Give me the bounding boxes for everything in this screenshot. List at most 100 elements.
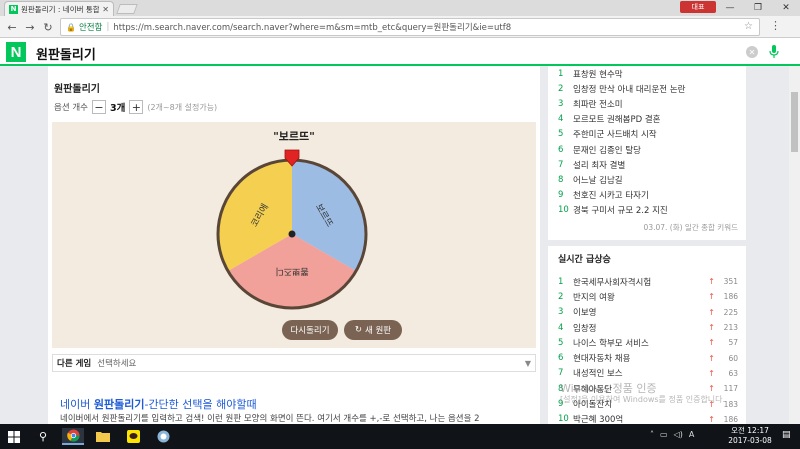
forward-arrow-icon[interactable]: → [22, 19, 38, 35]
description-card: 네이버 원판돌리기-간단한 선택을 해야할때 네이버에서 원판돌리기를 입력하고… [48, 390, 540, 424]
roulette-wheel[interactable]: 보르뜨뽐뽀즈디코리에 [216, 140, 368, 312]
ranking-item[interactable]: 1 표창원 현수막 [558, 66, 685, 81]
ranking-item[interactable]: 6 문재인 김종인 탈당 [558, 142, 685, 157]
language-indicator[interactable]: A [689, 430, 694, 439]
tab-close-icon[interactable]: ✕ [102, 5, 109, 14]
trend-number: 3 [558, 307, 564, 318]
ranking-item[interactable]: 10 경북 구미서 규모 2.2 지진 [558, 203, 685, 218]
back-arrow-icon[interactable]: ← [4, 19, 20, 35]
trend-keyword: 내성적인 보스 [573, 369, 623, 380]
rank-number: 3 [558, 98, 564, 109]
browser-tab[interactable]: N 원판돌리기 : 네이버 통합검색 ✕ [4, 1, 114, 16]
wheel-area: "보르뜨" 보르뜨 뽐뽀즈디 코리에 다시돌리기 ↻ 새 원판 [52, 122, 536, 348]
new-wheel-button[interactable]: ↻ 새 원판 [344, 320, 402, 340]
trending-item[interactable]: 6 현대자동차 채용 ↑ 60 [558, 350, 738, 365]
activation-watermark-sub: [설정]을 이용하여 Windows를 정품 인증합니다. [560, 395, 726, 404]
rank-keyword: 천호진 시카고 타자기 [573, 191, 649, 202]
rank-keyword: 표창원 현수막 [573, 69, 623, 80]
trend-number: 5 [558, 337, 564, 348]
rank-keyword: 문재인 김종인 탈당 [573, 145, 641, 156]
arrow-up-icon: ↑ [708, 338, 715, 348]
trend-number: 7 [558, 368, 564, 379]
url-text[interactable]: https://m.search.naver.com/search.naver?… [113, 21, 511, 33]
description-title[interactable]: 네이버 원판돌리기-간단한 선택을 해야할때 [60, 396, 257, 412]
search-icon[interactable]: ⚲ [32, 428, 54, 445]
maximize-icon[interactable]: ❐ [744, 0, 772, 16]
system-tray: ˄ ▭ ◁) A [650, 430, 694, 439]
arrow-up-icon: ↑ [708, 368, 715, 378]
kakaotalk-icon[interactable] [122, 428, 144, 445]
tab-title: 원판돌리기 : 네이버 통합검색 [21, 4, 100, 14]
trend-number: 4 [558, 322, 564, 333]
rank-number: 1 [558, 68, 564, 79]
trend-value: 186 [723, 292, 738, 302]
trend-value: 117 [723, 384, 738, 394]
rank-number: 8 [558, 174, 564, 185]
minimize-icon[interactable]: — [716, 0, 744, 16]
trend-value: 186 [723, 414, 738, 424]
other-game-select[interactable]: 다른 게임 선택하세요 ▼ [52, 354, 536, 372]
volume-icon[interactable]: ◁) [674, 430, 683, 439]
trending-item[interactable]: 2 반지의 여왕 ↑ 186 [558, 289, 738, 304]
chevron-down-icon: ▼ [524, 358, 531, 368]
profile-badge[interactable]: 대표 [680, 1, 716, 13]
naver-favicon-icon: N [9, 4, 18, 14]
network-icon[interactable]: ▭ [660, 430, 668, 439]
search-input[interactable]: 원판돌리기 [36, 44, 96, 63]
ranking-list: 1 표창원 현수막 2 임창정 만삭 아내 대리운전 논란 3 최파란 전소미 4 모르모트 … [558, 66, 685, 218]
new-tab-button[interactable] [116, 4, 138, 14]
naver-logo[interactable]: N [6, 42, 26, 62]
arrow-up-icon: ↑ [708, 277, 715, 287]
trend-value: 225 [723, 307, 738, 317]
kebab-menu-icon[interactable]: ⋮ [770, 19, 781, 32]
rank-number: 10 [558, 205, 569, 216]
trending-item[interactable]: 7 내성적인 보스 ↑ 63 [558, 366, 738, 381]
retry-label: 다시돌리기 [290, 326, 330, 336]
retry-button[interactable]: 다시돌리기 [282, 320, 338, 340]
chrome-icon[interactable] [62, 428, 84, 445]
refresh-icon: ↻ [354, 325, 362, 335]
rank-keyword: 모르모트 권해봄PD 결혼 [573, 115, 661, 126]
increase-button[interactable]: + [129, 100, 144, 114]
app-icon[interactable] [152, 428, 174, 445]
ranking-item[interactable]: 9 천호진 시카고 타자기 [558, 188, 685, 203]
separator: | [106, 22, 110, 32]
close-icon[interactable]: ✕ [772, 0, 800, 16]
ranking-item[interactable]: 5 주한미군 사드배치 시작 [558, 127, 685, 142]
trending-item[interactable]: 3 이보영 ↑ 225 [558, 305, 738, 320]
decrease-button[interactable]: − [91, 100, 106, 114]
address-bar[interactable]: 🔒 안전함 | https://m.search.naver.com/searc… [60, 18, 760, 36]
folder-icon[interactable] [92, 428, 114, 445]
trending-item[interactable]: 5 나이스 학부모 서비스 ↑ 57 [558, 335, 738, 350]
clear-search-icon[interactable]: ✕ [746, 46, 758, 58]
ranking-date: 03.07. (화) 일간 종합 키워드 [643, 223, 738, 232]
trending-item[interactable]: 4 임창정 ↑ 213 [558, 320, 738, 335]
tray-up-icon[interactable]: ˄ [650, 430, 654, 439]
star-icon[interactable]: ☆ [744, 21, 753, 32]
trend-keyword: 반지의 여왕 [573, 292, 615, 303]
windows-start-icon[interactable] [0, 424, 28, 449]
taskbar-clock[interactable]: 오전 12:17 2017-03-08 [720, 426, 780, 446]
arrow-up-icon: ↑ [708, 307, 715, 317]
wheel-hub [288, 230, 296, 238]
ranking-item[interactable]: 4 모르모트 권해봄PD 결혼 [558, 112, 685, 127]
browser-titlebar: N 원판돌리기 : 네이버 통합검색 ✕ 대표 — ❐ ✕ [0, 0, 800, 16]
reload-icon[interactable]: ↻ [40, 19, 56, 35]
microphone-icon[interactable] [768, 44, 780, 60]
scrollbar-thumb[interactable] [791, 92, 798, 152]
ranking-item[interactable]: 7 설리 최자 결별 [558, 157, 685, 172]
rank-keyword: 설리 최자 결별 [573, 160, 626, 171]
trend-value: 57 [728, 338, 738, 348]
arrow-up-icon: ↑ [708, 323, 715, 333]
ranking-item[interactable]: 8 어느날 김남길 [558, 172, 685, 187]
ranking-item[interactable]: 2 임창정 만삭 아내 대리운전 논란 [558, 81, 685, 96]
trend-value: 63 [728, 368, 738, 378]
clock-time: 오전 12:17 [731, 426, 769, 435]
option-count-row: 옵션 개수 − 3개 + (2개~8개 설정가능) [54, 100, 217, 114]
trending-item[interactable]: 1 한국세무사회자격시험 ↑ 351 [558, 274, 738, 289]
arrow-up-icon: ↑ [708, 353, 715, 363]
arrow-up-icon: ↑ [708, 414, 715, 424]
notification-icon[interactable]: ▤ [782, 430, 791, 440]
ranking-item[interactable]: 3 최파란 전소미 [558, 96, 685, 111]
description-body: 네이버에서 원판돌리기를 입력하고 검색! 이런 원판 모양의 화면이 뜬다. … [60, 414, 480, 424]
